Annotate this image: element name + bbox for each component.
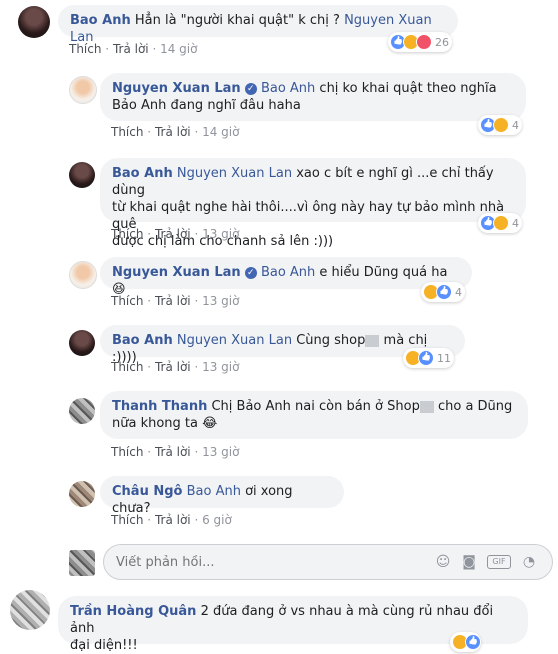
reaction-count: 4 [455,285,462,299]
comment-author[interactable]: Nguyen Xuan Lan [112,81,241,96]
avatar[interactable] [69,330,95,356]
timestamp[interactable]: 6 giờ [202,513,232,527]
avatar[interactable] [69,398,95,424]
like-reaction-icon [418,350,434,366]
reaction-count: 26 [435,35,449,49]
emoji-icon[interactable]: ☺ [434,554,452,570]
comment-author[interactable]: Bao Anh [112,166,173,181]
comment-author[interactable]: Nguyen Xuan Lan [112,265,241,280]
reaction-count: 4 [512,216,519,230]
like-button[interactable]: Thích [111,445,143,459]
mention-link[interactable]: Bao Anh [261,265,315,280]
comment-bubble: Nguyen Xuan Lan ✓ Bao Anh chị ko khai qu… [100,73,526,121]
reaction-summary[interactable]: 4 [478,115,522,135]
reply-button[interactable]: Trả lời [155,445,191,459]
reaction-count: 4 [512,118,519,132]
reply-button[interactable]: Trả lời [155,227,191,241]
reaction-summary[interactable]: 4 [421,282,465,302]
sticker-icon[interactable]: ◔ [520,554,538,570]
gif-icon[interactable]: GIF [487,555,511,569]
reply-button[interactable]: Trả lời [155,513,191,527]
comment-meta: Thích · Trả lời · 13 giờ [111,227,240,241]
like-button[interactable]: Thích [111,294,143,308]
mention-link[interactable]: Bao Anh [261,81,315,96]
reply-button[interactable]: Trả lời [113,42,149,56]
haha-reaction-icon [493,215,509,231]
love-reaction-icon [416,34,432,50]
timestamp[interactable]: 13 giờ [202,445,239,459]
like-button[interactable]: Thích [111,360,143,374]
comment-bubble: Châu Ngô Bao Anh ơi xong chưa? [100,476,344,516]
comment-bubble: Thanh Thanh Chị Bảo Anh nai còn bán ở Sh… [100,391,528,439]
verified-badge-icon: ✓ [244,266,257,279]
like-button[interactable]: Thích [111,125,143,139]
comment-meta: Thích · Trả lời · 14 giờ [69,42,198,56]
mention-link[interactable]: Nguyen Xuan Lan [177,333,292,348]
comment-text: e hiểu Dũng quá ha [319,265,448,280]
comment-author[interactable]: Bao Anh [70,13,131,28]
avatar[interactable] [18,6,50,38]
reply-button[interactable]: Trả lời [155,360,191,374]
timestamp[interactable]: 14 giờ [202,125,239,139]
comment-text: Chị Bảo Anh nai còn bán ở Shop [211,399,420,414]
censor-block [365,334,380,347]
comment-author[interactable]: Bao Anh [112,333,173,348]
comment-meta: Thích · Trả lời · 6 giờ [111,513,232,527]
like-button[interactable]: Thích [69,42,101,56]
comment-meta: Thích · Trả lời · 13 giờ [111,294,240,308]
reaction-count: 11 [437,351,451,365]
reply-input-box[interactable]: ☺ ◙ GIF ◔ [103,544,553,580]
reaction-summary[interactable] [450,632,481,652]
timestamp[interactable]: 14 giờ [160,42,197,56]
laughing-emoji-icon: 😂 [202,416,218,431]
like-button[interactable]: Thích [111,227,143,241]
avatar[interactable] [69,481,95,507]
like-reaction-icon [436,284,452,300]
comment-text: Cùng shop [296,333,366,348]
comment-text: Hẳn là "người khai quật" k chị ? [134,13,340,28]
reaction-summary[interactable]: 26 [388,32,452,52]
avatar[interactable] [69,261,97,289]
like-reaction-icon [465,634,481,650]
current-user-avatar [69,550,95,576]
reply-input[interactable] [114,554,368,571]
avatar[interactable] [69,76,97,104]
reaction-summary[interactable]: 4 [478,213,522,233]
avatar[interactable] [69,162,95,188]
comment-author[interactable]: Châu Ngô [112,484,182,499]
mention-link[interactable]: Nguyen Xuan Lan [177,166,292,181]
timestamp[interactable]: 13 giờ [202,360,239,374]
censor-block [419,400,434,413]
comment-meta: Thích · Trả lời · 13 giờ [111,445,240,459]
reply-button[interactable]: Trả lời [155,125,191,139]
comment-text-line2: nữa khong ta [112,416,198,431]
comment-bubble: Nguyen Xuan Lan ✓ Bao Anh e hiểu Dũng qu… [100,257,472,297]
timestamp[interactable]: 13 giờ [202,227,239,241]
mention-link[interactable]: Bao Anh [187,484,241,499]
verified-badge-icon: ✓ [244,82,257,95]
comment-author[interactable]: Trần Hoàng Quân [70,604,196,619]
like-button[interactable]: Thích [111,513,143,527]
reply-button[interactable]: Trả lời [155,294,191,308]
comment-meta: Thích · Trả lời · 14 giờ [111,125,240,139]
comment-author[interactable]: Thanh Thanh [112,399,207,414]
comment-meta: Thích · Trả lời · 13 giờ [111,360,240,374]
avatar[interactable] [10,590,50,630]
comment-bubble: Bao Anh Nguyen Xuan Lan xao c bít e nghĩ… [100,158,526,249]
timestamp[interactable]: 13 giờ [202,294,239,308]
haha-reaction-icon [493,117,509,133]
reaction-summary[interactable]: 11 [403,348,454,368]
camera-icon[interactable]: ◙ [460,554,478,570]
comment-text: cho a Dũng [437,399,513,414]
